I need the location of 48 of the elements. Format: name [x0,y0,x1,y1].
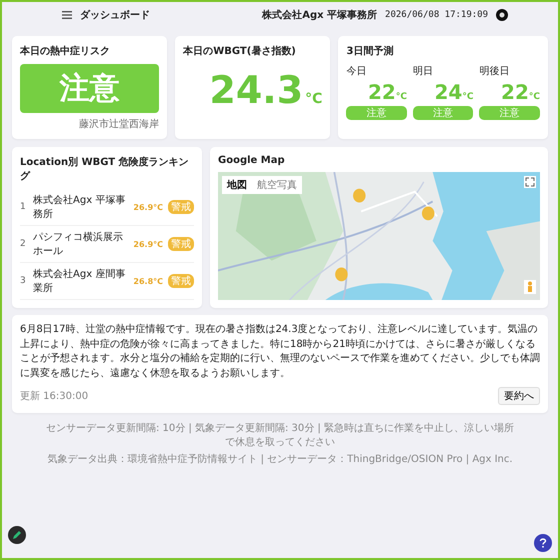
day-label: 今日 [346,65,368,78]
risk-badge: 注意 [412,106,474,120]
day-label: 明後日 [479,65,510,78]
location-label: 藤沢市辻堂西海岸 [78,118,160,131]
unit-label: °C [305,91,322,107]
summary-button[interactable]: 要約へ [498,387,540,405]
location-name: パシフィコ横浜展示ホール [33,230,124,258]
menu-icon[interactable] [62,11,72,19]
fullscreen-icon[interactable] [524,176,536,188]
forecast-value: 22 [368,80,396,104]
card-title: 本日の熱中症リスク [20,44,111,58]
wbgt-value: 26.9°C [133,202,163,212]
footer-note: 気象データ出典：環境省熱中症予防情報サイト | センサーデータ：ThingBridge/OSION Pro | Agx Inc. [47,452,513,466]
risk-badge: 警戒 [168,200,194,214]
unit-label: °C [462,92,474,102]
forecast-value: 24 [434,80,462,104]
question-icon [539,538,547,548]
card-title: 3日間予測 [346,44,394,58]
rank-number: 2 [20,239,27,249]
risk-badge: 警戒 [168,274,194,288]
location-name: 株式会社Agx 平塚事務所 [33,194,126,221]
day-label: 明日 [412,65,434,78]
risk-level: 注意 [20,64,160,113]
location-name: 株式会社Agx 座間事業所 [33,268,126,295]
wbgt-value: 26.9°C [133,240,163,248]
rank-number: 3 [20,276,27,286]
unit-label: °C [528,92,540,102]
unit-label: °C [396,92,407,102]
edit-button[interactable] [8,526,26,544]
card-title: Google Map [218,155,286,166]
rank-number: 1 [20,202,27,212]
forecast-value: 22 [501,80,529,104]
page-title: ダッシュボード [80,8,150,22]
user-icon[interactable] [496,9,508,21]
risk-badge: 注意 [479,106,540,120]
help-button[interactable] [534,534,552,552]
card-title: Location別 WBGT 危険度ランキング [20,155,190,183]
wbgt-value: 24.3 [209,68,304,112]
footer-note: センサーデータ更新間隔: 10分 | 気象データ更新間隔: 30分 | 緊急時は直ちに作業を中止し、涼しい場所で休息を取ってください [45,422,515,449]
timestamp: 更新 16:30:00 [20,390,88,403]
office-name: 株式会社Agx 平塚事務所 [262,8,378,22]
risk-badge: 警戒 [168,237,194,251]
card-title: 本日のWBGT(暑さ指数) [183,44,297,58]
wbgt-value: 26.8°C [133,276,163,286]
risk-badge: 注意 [346,106,407,120]
pencil-icon [12,530,22,540]
advice-text: 6月8日17時、辻堂の熱中症情報です。現在の暑さ指数は24.3度となっており、注意レベルに達しています。気温の上昇により、熱中症の危険が徐々に高まってきました。特に18時から21時頃にかけては、さらに暑さが厳しくなることが予想されます。水分と塩分の補給を定期的に行い、無理のないペースで作業を進めてください。少しでも体調に異変を感じたら、遠慮なく休憩を取るようお願いします。 [20,323,540,380]
date-time: 2026/06/08 17:19:09 [385,10,488,20]
